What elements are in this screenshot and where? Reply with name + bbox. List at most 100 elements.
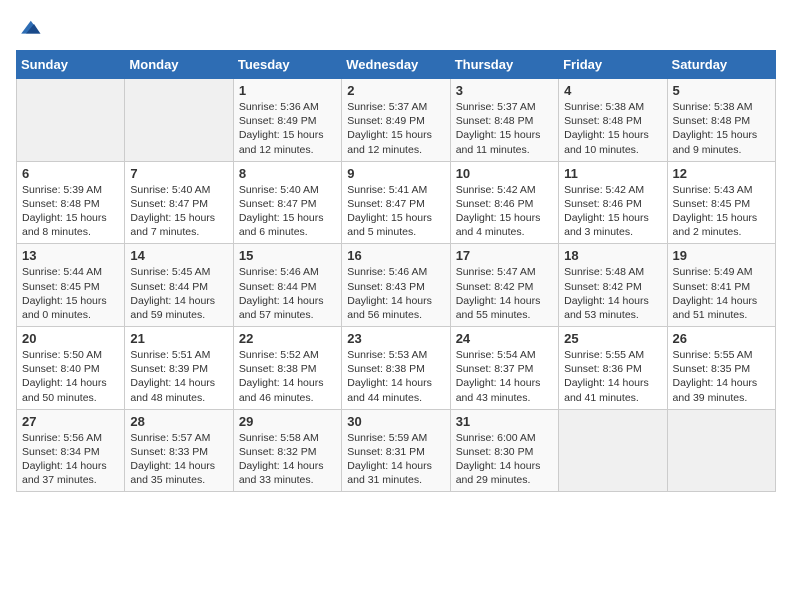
day-info: Sunrise: 5:58 AMSunset: 8:32 PMDaylight:… <box>239 431 336 488</box>
calendar-cell: 12Sunrise: 5:43 AMSunset: 8:45 PMDayligh… <box>667 161 775 244</box>
calendar-week-row: 13 Sunrise: 5:44 AMSunset: 8:45 PMDayligh… <box>17 244 776 327</box>
day-info: Sunrise: 5:47 AMSunset: 8:42 PMDaylight:… <box>456 265 553 322</box>
calendar-header-row: SundayMondayTuesdayWednesdayThursdayFrid… <box>17 51 776 79</box>
day-number: 23 <box>347 331 444 346</box>
day-number: 11 <box>564 166 661 181</box>
calendar-cell: 5 Sunrise: 5:38 AMSunset: 8:48 PMDaylight… <box>667 79 775 162</box>
day-info: Sunrise: 5:46 AMSunset: 8:44 PMDaylight:… <box>239 265 336 322</box>
day-number: 6 <box>22 166 119 181</box>
day-number: 29 <box>239 414 336 429</box>
day-number: 12 <box>673 166 770 181</box>
calendar-cell: 28 Sunrise: 5:57 AMSunset: 8:33 PMDayligh… <box>125 409 233 492</box>
day-info: Sunrise: 5:46 AMSunset: 8:43 PMDaylight:… <box>347 265 444 322</box>
logo-icon <box>18 16 42 40</box>
day-info: Sunrise: 5:51 AMSunset: 8:39 PMDaylight:… <box>130 348 227 405</box>
day-info: Sunrise: 5:54 AMSunset: 8:37 PMDaylight:… <box>456 348 553 405</box>
day-number: 3 <box>456 83 553 98</box>
calendar-cell: 7 Sunrise: 5:40 AMSunset: 8:47 PMDaylight… <box>125 161 233 244</box>
calendar-cell <box>17 79 125 162</box>
calendar-cell: 1 Sunrise: 5:36 AMSunset: 8:49 PMDaylight… <box>233 79 341 162</box>
calendar-cell: 9 Sunrise: 5:41 AMSunset: 8:47 PMDaylight… <box>342 161 450 244</box>
calendar-cell: 3 Sunrise: 5:37 AMSunset: 8:48 PMDaylight… <box>450 79 558 162</box>
day-info: Sunrise: 5:56 AMSunset: 8:34 PMDaylight:… <box>22 431 119 488</box>
day-header-thursday: Thursday <box>450 51 558 79</box>
day-header-wednesday: Wednesday <box>342 51 450 79</box>
day-number: 17 <box>456 248 553 263</box>
day-info: Sunrise: 5:40 AMSunset: 8:47 PMDaylight:… <box>239 183 336 240</box>
day-info: Sunrise: 5:37 AMSunset: 8:48 PMDaylight:… <box>456 100 553 157</box>
day-info: Sunrise: 5:39 AMSunset: 8:48 PMDaylight:… <box>22 183 119 240</box>
day-info: Sunrise: 5:40 AMSunset: 8:47 PMDaylight:… <box>130 183 227 240</box>
day-info: Sunrise: 5:55 AMSunset: 8:35 PMDaylight:… <box>673 348 770 405</box>
calendar-cell <box>667 409 775 492</box>
calendar-week-row: 6 Sunrise: 5:39 AMSunset: 8:48 PMDaylight… <box>17 161 776 244</box>
calendar-week-row: 1 Sunrise: 5:36 AMSunset: 8:49 PMDaylight… <box>17 79 776 162</box>
day-info: Sunrise: 5:48 AMSunset: 8:42 PMDaylight:… <box>564 265 661 322</box>
calendar-cell: 20 Sunrise: 5:50 AMSunset: 8:40 PMDayligh… <box>17 327 125 410</box>
calendar-cell: 15Sunrise: 5:46 AMSunset: 8:44 PMDayligh… <box>233 244 341 327</box>
calendar-cell: 19 Sunrise: 5:49 AMSunset: 8:41 PMDayligh… <box>667 244 775 327</box>
day-number: 28 <box>130 414 227 429</box>
calendar-cell: 18Sunrise: 5:48 AMSunset: 8:42 PMDayligh… <box>559 244 667 327</box>
day-number: 30 <box>347 414 444 429</box>
day-number: 21 <box>130 331 227 346</box>
day-number: 4 <box>564 83 661 98</box>
calendar-cell: 14Sunrise: 5:45 AMSunset: 8:44 PMDayligh… <box>125 244 233 327</box>
calendar-cell: 25Sunrise: 5:55 AMSunset: 8:36 PMDayligh… <box>559 327 667 410</box>
day-number: 16 <box>347 248 444 263</box>
day-info: Sunrise: 5:50 AMSunset: 8:40 PMDaylight:… <box>22 348 119 405</box>
day-info: Sunrise: 5:52 AMSunset: 8:38 PMDaylight:… <box>239 348 336 405</box>
day-number: 7 <box>130 166 227 181</box>
calendar-cell: 31 Sunrise: 6:00 AMSunset: 8:30 PMDayligh… <box>450 409 558 492</box>
day-info: Sunrise: 5:38 AMSunset: 8:48 PMDaylight:… <box>564 100 661 157</box>
day-info: Sunrise: 5:36 AMSunset: 8:49 PMDaylight:… <box>239 100 336 157</box>
calendar-table: SundayMondayTuesdayWednesdayThursdayFrid… <box>16 50 776 492</box>
day-number: 13 <box>22 248 119 263</box>
page-header <box>16 16 776 40</box>
day-number: 31 <box>456 414 553 429</box>
calendar-cell: 24 Sunrise: 5:54 AMSunset: 8:37 PMDayligh… <box>450 327 558 410</box>
day-number: 22 <box>239 331 336 346</box>
day-info: Sunrise: 5:59 AMSunset: 8:31 PMDaylight:… <box>347 431 444 488</box>
calendar-cell: 23 Sunrise: 5:53 AMSunset: 8:38 PMDayligh… <box>342 327 450 410</box>
calendar-cell <box>125 79 233 162</box>
day-info: Sunrise: 5:37 AMSunset: 8:49 PMDaylight:… <box>347 100 444 157</box>
day-number: 24 <box>456 331 553 346</box>
day-number: 8 <box>239 166 336 181</box>
calendar-cell: 4 Sunrise: 5:38 AMSunset: 8:48 PMDaylight… <box>559 79 667 162</box>
day-info: Sunrise: 5:42 AMSunset: 8:46 PMDaylight:… <box>564 183 661 240</box>
day-number: 20 <box>22 331 119 346</box>
day-number: 5 <box>673 83 770 98</box>
calendar-cell: 6 Sunrise: 5:39 AMSunset: 8:48 PMDaylight… <box>17 161 125 244</box>
day-info: Sunrise: 5:38 AMSunset: 8:48 PMDaylight:… <box>673 100 770 157</box>
calendar-cell: 11 Sunrise: 5:42 AMSunset: 8:46 PMDayligh… <box>559 161 667 244</box>
calendar-cell: 13 Sunrise: 5:44 AMSunset: 8:45 PMDayligh… <box>17 244 125 327</box>
calendar-cell: 16 Sunrise: 5:46 AMSunset: 8:43 PMDayligh… <box>342 244 450 327</box>
day-number: 19 <box>673 248 770 263</box>
calendar-cell: 21 Sunrise: 5:51 AMSunset: 8:39 PMDayligh… <box>125 327 233 410</box>
day-info: Sunrise: 5:49 AMSunset: 8:41 PMDaylight:… <box>673 265 770 322</box>
day-number: 26 <box>673 331 770 346</box>
calendar-cell: 29 Sunrise: 5:58 AMSunset: 8:32 PMDayligh… <box>233 409 341 492</box>
day-header-saturday: Saturday <box>667 51 775 79</box>
day-info: Sunrise: 5:53 AMSunset: 8:38 PMDaylight:… <box>347 348 444 405</box>
day-info: Sunrise: 5:41 AMSunset: 8:47 PMDaylight:… <box>347 183 444 240</box>
calendar-cell: 22 Sunrise: 5:52 AMSunset: 8:38 PMDayligh… <box>233 327 341 410</box>
day-info: Sunrise: 5:57 AMSunset: 8:33 PMDaylight:… <box>130 431 227 488</box>
day-number: 9 <box>347 166 444 181</box>
day-header-tuesday: Tuesday <box>233 51 341 79</box>
day-number: 10 <box>456 166 553 181</box>
day-header-monday: Monday <box>125 51 233 79</box>
calendar-cell: 26 Sunrise: 5:55 AMSunset: 8:35 PMDayligh… <box>667 327 775 410</box>
calendar-cell <box>559 409 667 492</box>
calendar-cell: 10Sunrise: 5:42 AMSunset: 8:46 PMDayligh… <box>450 161 558 244</box>
day-info: Sunrise: 5:44 AMSunset: 8:45 PMDaylight:… <box>22 265 119 322</box>
day-header-sunday: Sunday <box>17 51 125 79</box>
logo-text <box>16 16 42 40</box>
day-number: 2 <box>347 83 444 98</box>
day-number: 14 <box>130 248 227 263</box>
day-info: Sunrise: 6:00 AMSunset: 8:30 PMDaylight:… <box>456 431 553 488</box>
calendar-cell: 30 Sunrise: 5:59 AMSunset: 8:31 PMDayligh… <box>342 409 450 492</box>
calendar-cell: 2 Sunrise: 5:37 AMSunset: 8:49 PMDaylight… <box>342 79 450 162</box>
day-number: 1 <box>239 83 336 98</box>
